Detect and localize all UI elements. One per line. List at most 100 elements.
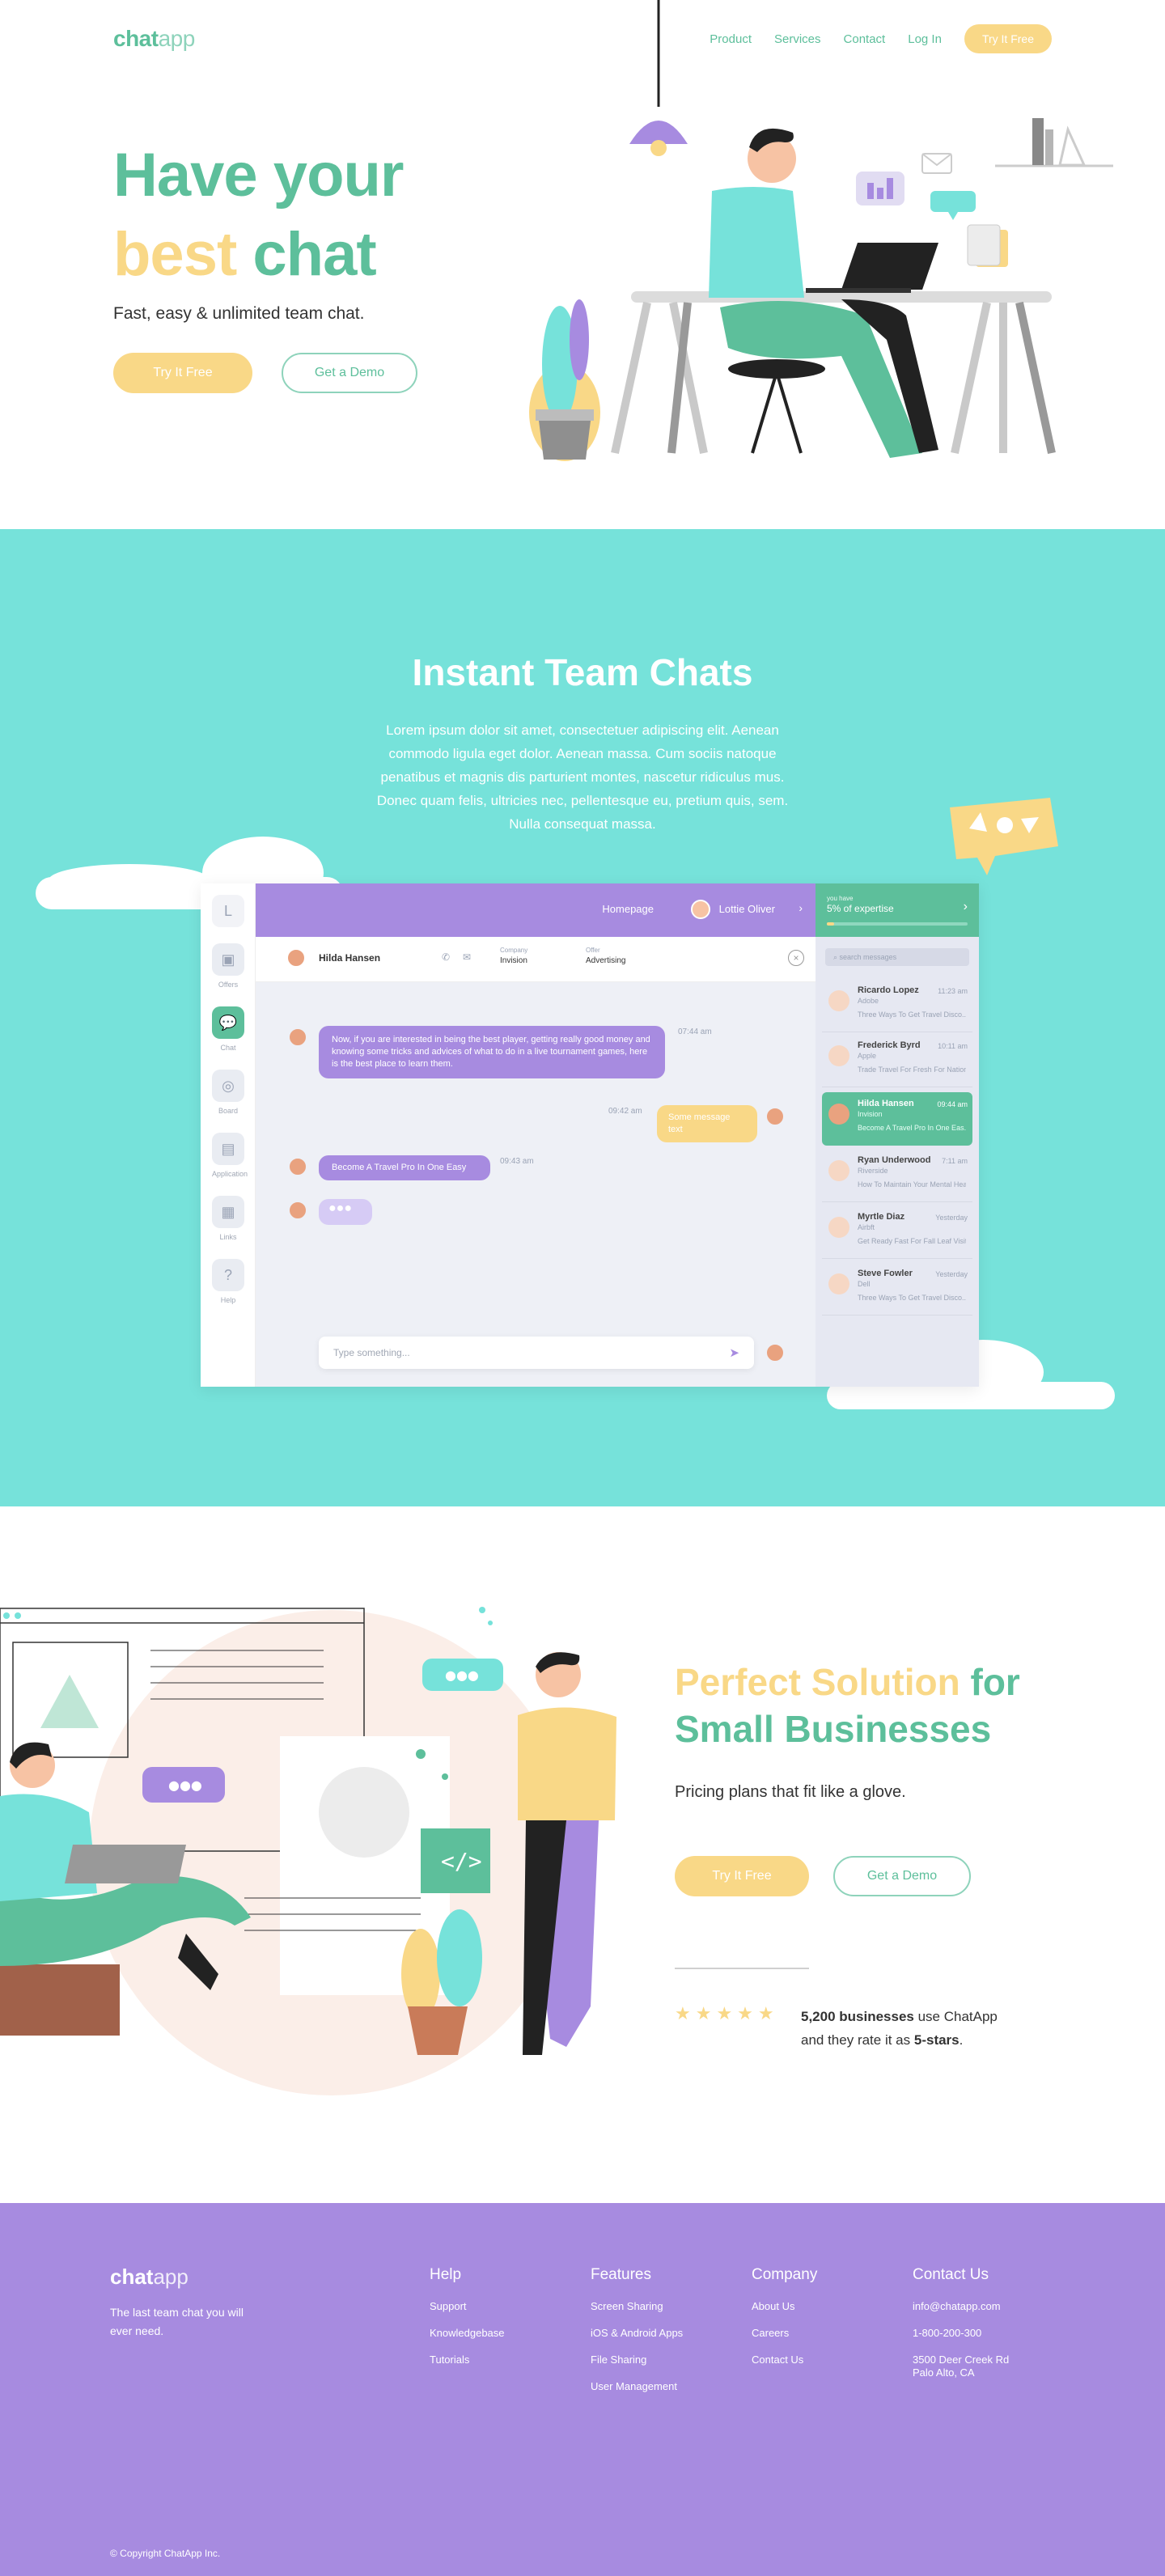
message-bubble: Become A Travel Pro In One Easy (319, 1155, 490, 1180)
footer-phone-link[interactable]: 1-800-200-300 (913, 2327, 1018, 2340)
footer-email-link[interactable]: info@chatapp.com (913, 2300, 1018, 2313)
hero-try-free-button[interactable]: Try It Free (113, 353, 252, 393)
avatar (828, 1045, 849, 1066)
logo-icon: L (212, 895, 244, 927)
solution-subtitle: Pricing plans that fit like a glove. (675, 1783, 906, 1801)
offer-value: Advertising (586, 956, 626, 965)
help-icon: ? (212, 1259, 244, 1291)
solution-title-highlight: Perfect Solution (675, 1661, 960, 1703)
message-time: 07:44 am (678, 1027, 712, 1036)
message-bubble: Now, if you are interested in being the … (319, 1026, 665, 1078)
close-icon[interactable]: × (788, 950, 804, 966)
hero-illustration (529, 0, 1113, 461)
message-input[interactable]: Type something... ➤ (319, 1337, 754, 1369)
footer-column-help: Help Support Knowledgebase Tutorials (430, 2266, 505, 2380)
company-label: Company (500, 947, 528, 954)
solution-title: Perfect Solution for Small Businesses (675, 1661, 1020, 1750)
chat-icon: 💬 (212, 1006, 244, 1039)
team-chats-text: Lorem ipsum dolor sit amet, consectetuer… (376, 722, 789, 832)
footer-link[interactable]: Tutorials (430, 2354, 505, 2366)
current-user-name[interactable]: Lottie Oliver (719, 903, 775, 915)
laptop-icon (65, 1845, 186, 1883)
chevron-right-icon[interactable]: › (964, 900, 968, 914)
footer-tagline: The last team chat you will ever need. (110, 2306, 244, 2337)
solution-demo-button[interactable]: Get a Demo (833, 1856, 971, 1896)
link-icon: ▦ (212, 1196, 244, 1228)
footer-link[interactable]: File Sharing (591, 2354, 683, 2366)
contact-item[interactable]: Myrtle Diaz Airbft Get Ready Fast For Fall… (822, 1205, 972, 1259)
avatar (828, 1160, 849, 1181)
code-icon: </> (441, 1848, 482, 1875)
message-bubble: Some message text (657, 1105, 757, 1142)
hero-title: Have your best chat (113, 136, 404, 294)
hero-title-line2: chat (236, 220, 376, 289)
logo[interactable]: chatapp (113, 26, 195, 52)
send-icon[interactable]: ➤ (729, 1345, 739, 1360)
expertise-panel: you have 5% of expertise › (816, 883, 979, 937)
svg-text:●●●: ●●● (168, 1777, 202, 1793)
copyright: © Copyright ChatApp Inc. (110, 2548, 221, 2559)
message-time: 09:43 am (500, 1157, 534, 1166)
search-messages-input[interactable]: ⌕ search messages (825, 948, 969, 966)
avatar (828, 1217, 849, 1238)
typing-indicator: ●●● (319, 1199, 372, 1225)
document-icon: ▤ (212, 1133, 244, 1165)
sidebar-item-board[interactable]: ◎ Board (212, 1070, 244, 1115)
board-icon: ◎ (212, 1070, 244, 1102)
contact-item-active[interactable]: Hilda Hansen Invision Become A Travel Pro … (822, 1092, 972, 1146)
footer-link[interactable]: Knowledgebase (430, 2327, 505, 2340)
footer-link[interactable]: Contact Us (752, 2354, 817, 2366)
footer-link[interactable]: Support (430, 2300, 505, 2313)
chat-messages: Now, if you are interested in being the … (256, 982, 816, 1387)
page: { "brand": {"logo_bold": "chat", "logo_l… (0, 0, 1165, 2576)
sidebar-item-links[interactable]: ▦ Links (212, 1196, 244, 1241)
company-value: Invision (500, 956, 527, 965)
sidebar-item-application[interactable]: ▤ Application (212, 1133, 248, 1178)
contact-item[interactable]: Steve Fowler Dell Three Ways To Get Travel… (822, 1262, 972, 1316)
app-top-bar: Homepage Lottie Oliver › (256, 883, 816, 937)
footer-column-title: Company (752, 2266, 818, 2283)
hero-title-line1: Have your (113, 141, 404, 210)
solution-title-line2: Small Businesses (675, 1708, 992, 1750)
chevron-right-icon[interactable]: › (799, 901, 803, 914)
footer-link[interactable]: Careers (752, 2327, 817, 2340)
footer: chatapp The last team chat you will ever… (0, 2203, 1165, 2576)
footer-link[interactable]: User Management (591, 2380, 683, 2393)
footer-column-title: Features (591, 2266, 651, 2283)
app-mockup: L ▣ Offers 💬 Chat ◎ Board ▤ Application ▦ Lin… (201, 883, 979, 1387)
footer-logo[interactable]: chatapp (110, 2265, 189, 2290)
rating-stars-icon: ★★★★★ (675, 2003, 779, 2023)
contact-item[interactable]: Ricardo Lopez Adobe Three Ways To Get Trav… (822, 979, 972, 1032)
chat-header: Hilda Hansen ✆ ✉ Company Invision Offer … (256, 937, 816, 982)
chat-contact-name: Hilda Hansen (319, 952, 381, 964)
message-time: 09:42 am (608, 1107, 642, 1116)
plant-pot-icon (408, 2006, 468, 2055)
footer-link[interactable]: About Us (752, 2300, 817, 2313)
hero-demo-button[interactable]: Get a Demo (282, 353, 417, 393)
phone-icon[interactable]: ✆ (442, 951, 450, 963)
sidebar-item-offers[interactable]: ▣ Offers (212, 943, 244, 989)
svg-text:●●●: ●●● (445, 1667, 479, 1683)
footer-column-contact: Contact Us info@chatapp.com 1-800-200-30… (913, 2266, 1018, 2393)
footer-link[interactable]: Screen Sharing (591, 2300, 683, 2313)
chat-bubble-icon (950, 798, 1058, 875)
solution-try-free-button[interactable]: Try It Free (675, 1856, 809, 1896)
team-chats-title: Instant Team Chats (412, 651, 753, 693)
expertise-value: 5% of expertise (827, 903, 894, 914)
laptop-icon (841, 243, 938, 290)
avatar (828, 1104, 849, 1125)
briefcase-icon: ▣ (212, 943, 244, 976)
avatar (691, 900, 710, 919)
homepage-link[interactable]: Homepage (602, 903, 654, 915)
footer-link[interactable]: iOS & Android Apps (591, 2327, 683, 2340)
expertise-bar (827, 922, 968, 926)
rating-text: 5,200 businesses use ChatApp and they ra… (801, 2009, 998, 2048)
sidebar-item-help[interactable]: ? Help (212, 1259, 244, 1304)
avatar (828, 1273, 849, 1294)
footer-column-company: Company About Us Careers Contact Us (752, 2266, 817, 2380)
avatar (828, 990, 849, 1011)
sidebar-item-chat[interactable]: 💬 Chat (212, 1006, 244, 1052)
mail-icon[interactable]: ✉ (463, 951, 471, 963)
contact-item[interactable]: Frederick Byrd Apple Trade Travel For Fres… (822, 1034, 972, 1087)
contact-item[interactable]: Ryan Underwood Riverside How To Maintain Y… (822, 1149, 972, 1202)
